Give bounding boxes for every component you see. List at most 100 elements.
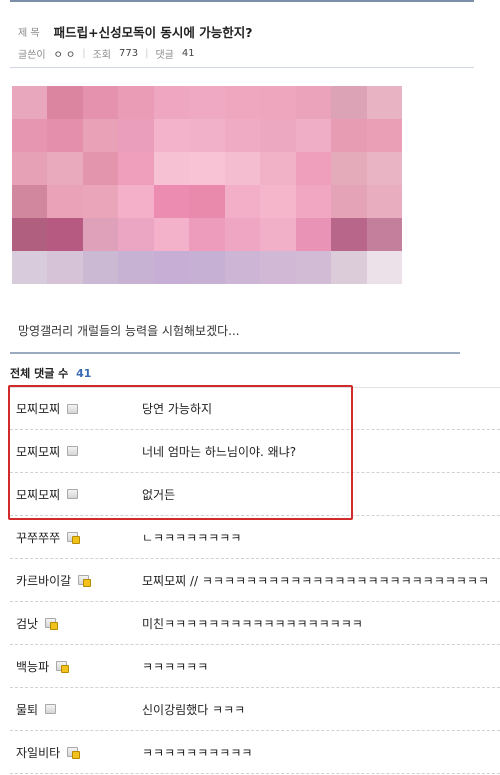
mosaic-tile [47, 218, 83, 251]
mosaic-tile [12, 152, 48, 185]
mosaic-tile [189, 119, 225, 152]
mosaic-tile [82, 119, 119, 152]
mosaic-tile [260, 86, 296, 119]
views-count: 773 [118, 48, 139, 59]
mosaic-tile [260, 185, 296, 218]
mosaic-tile [366, 218, 402, 251]
mosaic-tile [12, 119, 48, 152]
mosaic-tile [153, 218, 190, 251]
mosaic-tile [47, 185, 83, 218]
comment-count-heading: 전체 댓글 수 41 [10, 365, 91, 381]
comment-author[interactable]: 자일비타 [10, 744, 142, 761]
mosaic-tile [295, 218, 332, 251]
comment-row: 백능파 ㅋㅋㅋㅋㅋㅋ [10, 645, 500, 688]
section-divider [10, 352, 460, 354]
comment-count-number: 41 [76, 367, 92, 380]
mosaic-tile [331, 251, 367, 284]
post-title[interactable]: 패드립+신성모독이 동시에 가능한지? [54, 22, 253, 41]
mosaic-tile [12, 185, 48, 218]
mosaic-tile [153, 119, 190, 152]
comment-nick[interactable]: 카르바이갈 [16, 572, 71, 589]
views-label: 조회 [92, 50, 111, 61]
comment-author[interactable]: 카르바이갈 [10, 572, 142, 589]
comment-row: 물퇴 신이강림했다 ㅋㅋㅋ [10, 688, 500, 731]
comments-label: 댓글 [155, 50, 174, 61]
mosaic-tile [12, 218, 48, 251]
mosaic-tile [366, 152, 402, 185]
mosaic-tile [47, 251, 83, 284]
mosaic-tile [224, 185, 261, 218]
highlight-box [8, 385, 353, 520]
mosaic-tile [153, 86, 190, 119]
mosaic-tile [189, 86, 225, 119]
comment-nick[interactable]: 물퇴 [16, 701, 38, 718]
mosaic-tile [366, 185, 402, 218]
mosaic-tile [331, 152, 367, 185]
mosaic-tile [224, 86, 261, 119]
mosaic-tile [82, 152, 119, 185]
comment-text: 미친ㅋㅋㅋㅋㅋㅋㅋㅋㅋㅋㅋㅋㅋㅋㅋㅋㅋㅋ [142, 616, 363, 631]
censored-image [12, 86, 402, 284]
mosaic-tile [260, 152, 296, 185]
comment-author[interactable]: 검낫 [10, 615, 142, 632]
comment-author[interactable]: 백능파 [10, 658, 142, 675]
meta-separator: | [82, 48, 86, 59]
mosaic-tile [118, 218, 154, 251]
comment-nick[interactable]: 자일비타 [16, 744, 60, 761]
mosaic-tile [118, 86, 154, 119]
mosaic-tile [82, 86, 119, 119]
title-row: 제 목 패드립+신성모독이 동시에 가능한지? [18, 22, 253, 41]
mosaic-tile [260, 251, 296, 284]
comment-row: 꾸쭈쭈쭈 ㄴㅋㅋㅋㅋㅋㅋㅋㅋ [10, 516, 500, 559]
mosaic-tile [295, 185, 332, 218]
author-label: 글쓴이 [18, 50, 46, 61]
mosaic-tile [189, 152, 225, 185]
comment-text: ㄴㅋㅋㅋㅋㅋㅋㅋㅋ [142, 530, 242, 545]
comment-author[interactable]: 꾸쭈쭈쭈 [10, 529, 142, 546]
comment-nick[interactable]: 꾸쭈쭈쭈 [16, 529, 60, 546]
post-header: 제 목 패드립+신성모독이 동시에 가능한지? 글쓴이 ㅇ ㅇ | 조회 773… [10, 0, 474, 68]
comment-text: 신이강림했다 ㅋㅋㅋ [142, 702, 246, 717]
comment-author[interactable]: 물퇴 [10, 701, 142, 718]
mosaic-tile [12, 86, 48, 119]
comment-row: 자일비타 ㅋㅋㅋㅋㅋㅋㅋㅋㅋㅋ [10, 731, 500, 774]
mosaic-tile [295, 86, 332, 119]
mosaic-tile [224, 251, 261, 284]
mosaic-tile [366, 251, 402, 284]
post-meta: 글쓴이 ㅇ ㅇ | 조회 773 | 댓글 41 [18, 46, 195, 61]
mosaic-tile [153, 152, 190, 185]
mosaic-tile [224, 119, 261, 152]
comment-text: ㅋㅋㅋㅋㅋㅋ [142, 659, 209, 674]
member-badge-icon [56, 661, 70, 673]
mosaic-tile [366, 86, 402, 119]
comment-text: 모찌모찌 // ㅋㅋㅋㅋㅋㅋㅋㅋㅋㅋㅋㅋㅋㅋㅋㅋㅋㅋㅋㅋㅋㅋㅋㅋㅋㅋ [142, 573, 489, 588]
post-body-text: 망영갤러리 개럴들의 능력을 시험해보겠다... [18, 324, 240, 338]
mosaic-tile [12, 251, 48, 284]
mosaic-tile [82, 218, 119, 251]
comment-text: ㅋㅋㅋㅋㅋㅋㅋㅋㅋㅋ [142, 745, 253, 760]
mosaic-tile [47, 86, 83, 119]
mosaic-tile [331, 86, 367, 119]
mosaic-tile [82, 185, 119, 218]
comment-row: 카르바이갈 모찌모찌 // ㅋㅋㅋㅋㅋㅋㅋㅋㅋㅋㅋㅋㅋㅋㅋㅋㅋㅋㅋㅋㅋㅋㅋㅋㅋㅋ [10, 559, 500, 602]
mosaic-tile [82, 251, 119, 284]
comment-nick[interactable]: 백능파 [16, 658, 49, 675]
mosaic-tile [224, 218, 261, 251]
author-name[interactable]: ㅇ ㅇ [54, 46, 76, 61]
comments-count: 41 [181, 48, 195, 59]
mosaic-tile [189, 218, 225, 251]
mosaic-tile [118, 119, 154, 152]
mosaic-tile [295, 251, 332, 284]
mosaic-tile [118, 185, 154, 218]
mosaic-tile [118, 152, 154, 185]
member-badge-icon [45, 618, 59, 630]
comment-nick[interactable]: 검낫 [16, 615, 38, 632]
mosaic-tile [331, 218, 367, 251]
mosaic-tile [189, 251, 225, 284]
mosaic-tile [189, 185, 225, 218]
mosaic-tile [295, 119, 332, 152]
mosaic-tile [260, 119, 296, 152]
mosaic-tile [331, 119, 367, 152]
mosaic-tile [295, 152, 332, 185]
member-badge-icon [67, 747, 81, 759]
